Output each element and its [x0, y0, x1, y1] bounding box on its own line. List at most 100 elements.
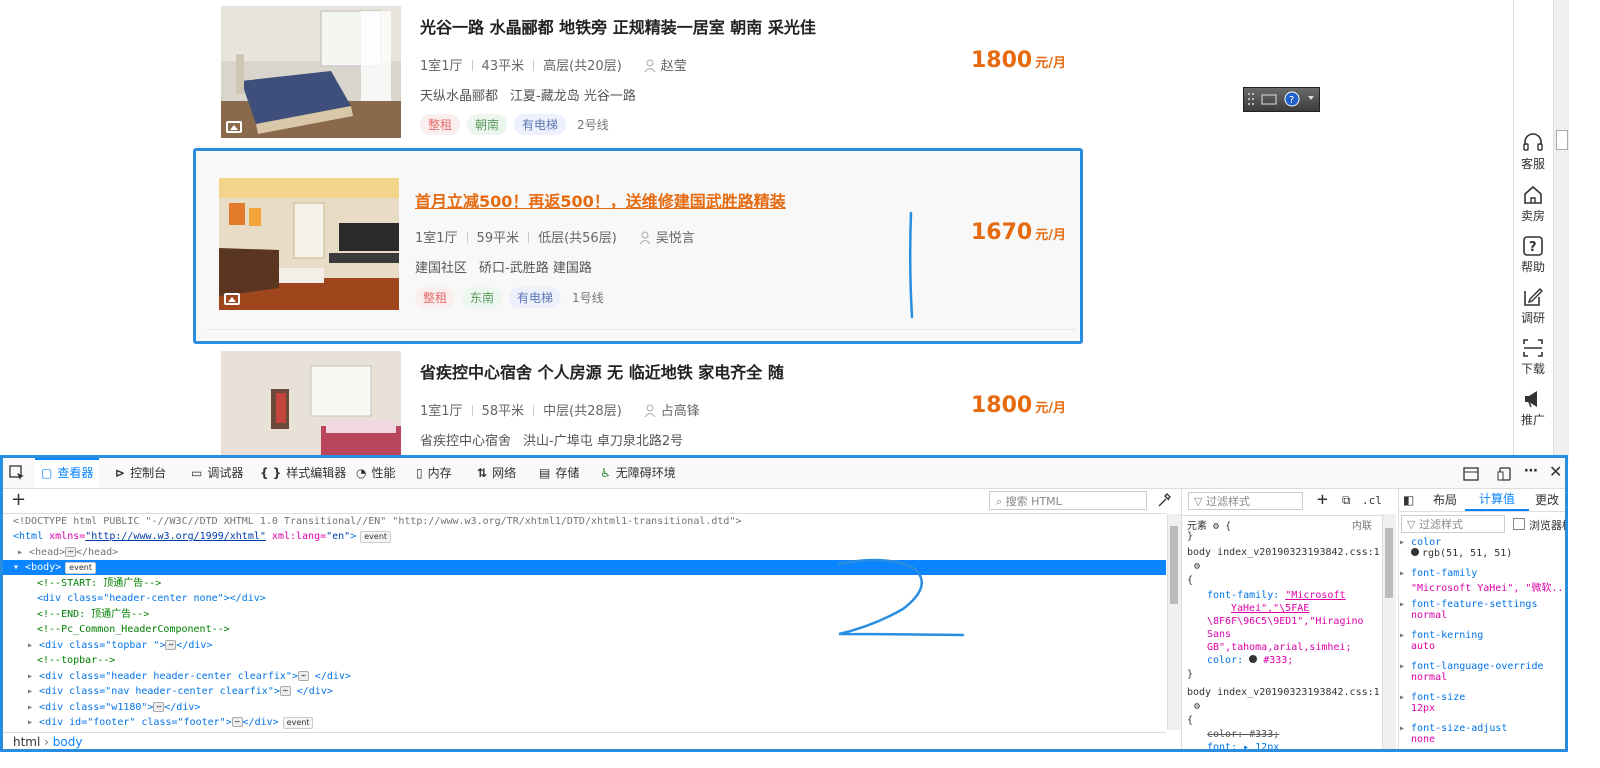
cls-button[interactable]: .cls — [1362, 494, 1382, 507]
listing-title-link[interactable]: 首月立减500！再返500！，送维修建国武胜路精装 — [415, 188, 786, 212]
listing-photo[interactable] — [221, 6, 401, 138]
help-icon: ? — [1523, 236, 1543, 256]
html-tree[interactable]: <!DOCTYPE html PUBLIC "-//W3C//DTD XHTML… — [3, 514, 1166, 730]
computed-filter-input[interactable]: ▽ 过滤样式 — [1401, 515, 1505, 533]
computed-property[interactable]: ▸ font-family "Microsoft YaHei", "微软... — [1399, 568, 1565, 599]
search-html-input[interactable]: ⌕ 搜索 HTML — [989, 491, 1147, 510]
sidebar-toggle-icon[interactable]: ◧ — [1403, 489, 1414, 511]
html-line-html[interactable]: <html xmlns="http://www.w3.org/1999/xhtm… — [3, 529, 1166, 544]
agent-name[interactable]: 吴悦言 — [656, 231, 695, 246]
side-tool-help[interactable]: ? 帮助 — [1516, 236, 1550, 275]
html-line-comment[interactable]: <!--topbar--> — [3, 653, 1166, 668]
side-tool-promote[interactable]: 推广 — [1516, 389, 1550, 428]
community[interactable]: 省疾控中心宿舍 — [420, 434, 511, 449]
listing-item-highlighted[interactable]: 首月立减500！再返500！，送维修建国武胜路精装 1室1厅 59平米 低层(共56… — [193, 148, 1083, 344]
computed-property[interactable]: ▸ font-kerning auto — [1399, 630, 1565, 661]
tab-debugger[interactable]: ▭ 调试器 — [191, 458, 243, 488]
breadcrumb-item-body[interactable]: body — [53, 735, 83, 749]
rule-source[interactable]: body index_v20190323193842.css:1 — [1187, 687, 1380, 698]
event-badge[interactable]: event — [65, 562, 96, 574]
html-line-div[interactable]: ▸ <div class="w1180"> ⋯ </div> — [3, 700, 1166, 715]
tab-console[interactable]: ⊳ 控制台 — [115, 458, 166, 488]
page-scrollbar[interactable] — [1553, 0, 1569, 463]
scrollbar-thumb[interactable] — [1556, 130, 1568, 150]
breadcrumb-item-html[interactable]: html — [3, 735, 40, 749]
computed-property[interactable]: ▸ color rgb(51, 51, 51) — [1399, 537, 1565, 568]
listing-photo[interactable] — [221, 351, 401, 463]
rule-font[interactable]: font: ▸ 12px — [1207, 742, 1279, 749]
html-line-doctype[interactable]: <!DOCTYPE html PUBLIC "-//W3C//DTD XHTML… — [3, 514, 1166, 529]
listing-item[interactable]: 省疾控中心宿舍 个人房源 无 临近地铁 家电齐全 随 1室1厅 58平米 中层(共2… — [193, 347, 1083, 463]
computed-property[interactable]: ▸ font-size-adjust none — [1399, 723, 1565, 749]
tab-computed[interactable]: 计算值 — [1465, 489, 1530, 511]
console-icon: ⊳ — [115, 466, 126, 480]
location[interactable]: 硚口-武胜路 建国路 — [479, 261, 592, 276]
eyedropper-icon[interactable] — [1157, 492, 1171, 512]
element-picker-icon[interactable] — [9, 465, 25, 485]
browser-styles-checkbox[interactable]: 浏览器样式 — [1513, 517, 1565, 533]
event-badge[interactable]: event — [360, 531, 392, 543]
tab-layout[interactable]: 布局 — [1433, 489, 1457, 511]
tab-accessibility[interactable]: ♿ 无障碍环境 — [600, 458, 676, 488]
responsive-mode-icon[interactable] — [1497, 466, 1513, 485]
rule-source[interactable]: body index_v20190323193842.css:1 — [1187, 547, 1380, 558]
toggle-pseudo-icon[interactable]: ⧉ — [1342, 493, 1351, 508]
dock-toggle-icon[interactable] — [1463, 466, 1479, 485]
tab-inspector[interactable]: ▢ 查看器 — [35, 458, 100, 488]
side-tool-label: 调研 — [1520, 311, 1545, 325]
html-tree-scrollbar[interactable] — [1167, 514, 1181, 730]
floor: 中层(共28层) — [543, 404, 622, 419]
annotation-text: 2 — [903, 574, 904, 575]
memory-icon: ▯ — [416, 466, 423, 480]
tab-changes[interactable]: 更改 — [1535, 489, 1559, 511]
computed-property[interactable]: ▸ font-size 12px — [1399, 692, 1565, 723]
rule-font-family[interactable]: font-family: "Microsoft YaHei","\5FAE \8… — [1207, 589, 1364, 654]
listing-price: 1670 元/月 — [971, 220, 1066, 245]
tab-memory[interactable]: ▯ 内存 — [416, 458, 452, 488]
html-line-comment[interactable]: <!--Pc_Common_HeaderComponent--> — [3, 622, 1166, 637]
html-line-div[interactable]: ▸ <div class="nav header-center clearfix… — [3, 684, 1166, 699]
community[interactable]: 天纵水晶郦都 — [420, 89, 498, 104]
community[interactable]: 建国社区 — [415, 261, 467, 276]
listing-title[interactable]: 省疾控中心宿舍 个人房源 无 临近地铁 家电齐全 随 — [420, 359, 784, 383]
html-line-comment[interactable]: <!--START: 顶通广告--> — [3, 576, 1166, 591]
side-tool-service[interactable]: 客服 — [1516, 133, 1550, 172]
html-line-div[interactable]: ▸ <div id="footer" class="footer"> ⋯ </div… — [3, 715, 1166, 730]
listing-page: 光谷一路 水晶郦都 地铁旁 正规精装一居室 朝南 采光佳 1室1厅 43平米 高层(… — [0, 0, 1600, 463]
computed-property[interactable]: ▸ font-feature-settings normal — [1399, 599, 1565, 630]
agent-name[interactable]: 占高锋 — [661, 404, 700, 419]
listing-photo[interactable] — [219, 178, 399, 310]
tab-performance[interactable]: ◔ 性能 — [356, 458, 396, 488]
person-icon — [644, 404, 656, 417]
listing-title[interactable]: 光谷一路 水晶郦都 地铁旁 正规精装一居室 朝南 采光佳 — [420, 14, 816, 38]
price-unit: 元/月 — [1035, 401, 1066, 416]
gallery-icon — [224, 293, 240, 305]
tab-storage[interactable]: ▤ 存储 — [539, 458, 579, 488]
html-line-comment[interactable]: <!--END: 顶通广告--> — [3, 607, 1166, 622]
html-line-div[interactable]: <div class="header-center none"></div> — [3, 591, 1166, 606]
side-tool-sell[interactable]: 卖房 — [1516, 185, 1550, 224]
side-tool-download[interactable]: 下载 — [1516, 338, 1550, 377]
rule-color-overridden[interactable]: color: #333; — [1207, 729, 1279, 740]
listing-tags: 整租 朝南 有电梯 2号线 — [420, 114, 609, 135]
add-node-icon[interactable]: + — [11, 489, 26, 511]
filter-styles-input[interactable]: ▽ 过滤样式 — [1188, 492, 1303, 510]
html-line-div[interactable]: ▸ <div class="header header-center clear… — [3, 669, 1166, 684]
location[interactable]: 江夏-藏龙岛 光谷一路 — [510, 89, 636, 104]
event-badge[interactable]: event — [282, 717, 314, 729]
tab-style-editor[interactable]: { } 样式编辑器 — [260, 458, 346, 488]
computed-property[interactable]: ▸ font-language-override normal — [1399, 661, 1565, 692]
html-line-body-selected[interactable]: ▾ <body> event — [3, 560, 1166, 575]
location[interactable]: 洪山-广埠屯 卓刀泉北路2号 — [523, 434, 683, 449]
add-rule-icon[interactable]: + — [1317, 489, 1328, 511]
side-tool-survey[interactable]: 调研 — [1516, 287, 1550, 326]
rule-color[interactable]: color: #333; — [1207, 655, 1293, 666]
tab-network[interactable]: ⇅ 网络 — [477, 458, 516, 488]
html-line-head[interactable]: ▸ <head> ⋯ </head> — [3, 545, 1166, 560]
rules-scrollbar[interactable] — [1382, 514, 1396, 749]
html-line-div[interactable]: ▸ <div class="topbar "> ⋯ </div> — [3, 638, 1166, 653]
more-options-icon[interactable]: ⋯ — [1524, 463, 1538, 479]
ime-toolbar[interactable]: ? — [1243, 87, 1320, 112]
agent-name[interactable]: 赵莹 — [661, 59, 687, 74]
close-icon[interactable]: ✕ — [1549, 462, 1562, 481]
